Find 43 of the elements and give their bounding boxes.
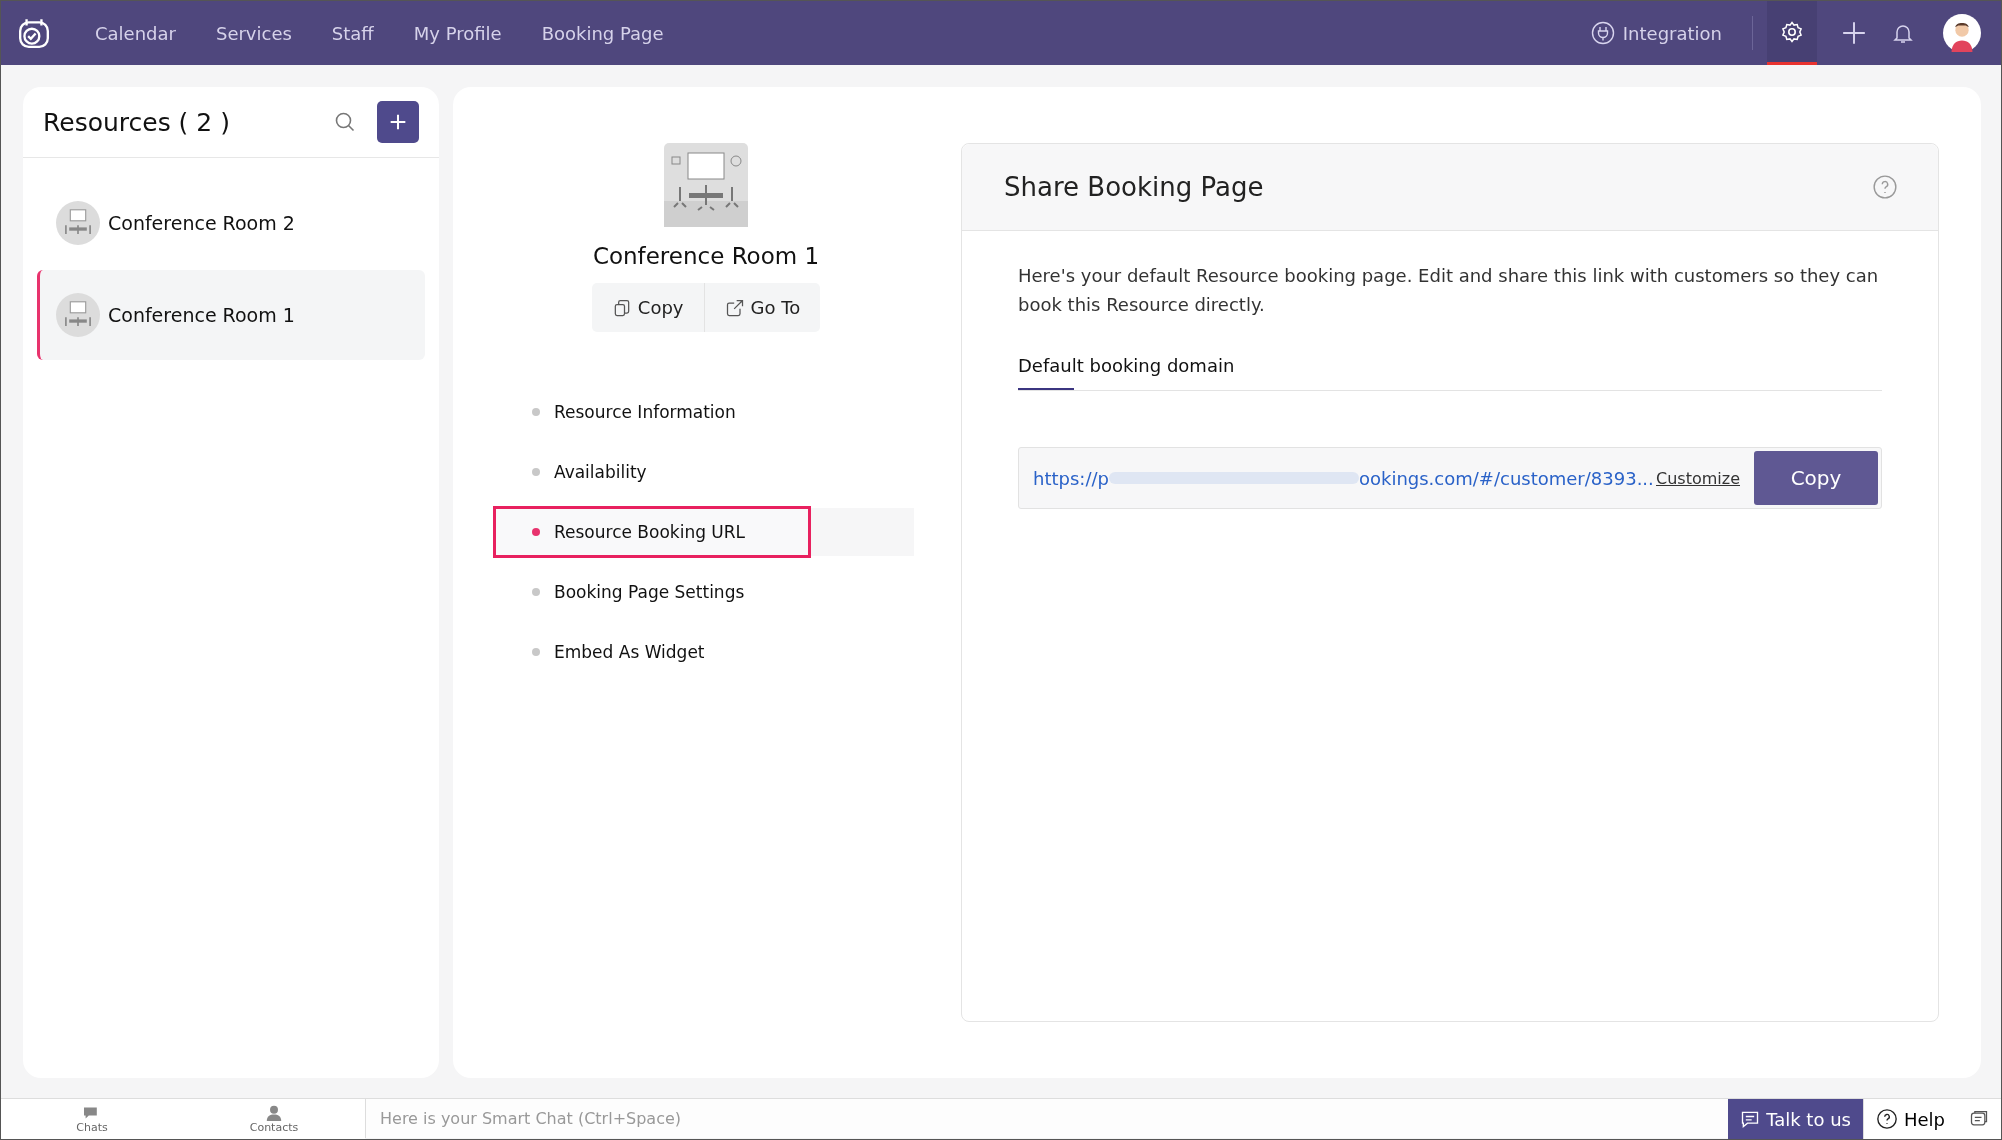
nav-link[interactable]: Staff bbox=[331, 22, 374, 44]
section-menu-item[interactable]: Embed As Widget bbox=[493, 626, 919, 678]
nav-link[interactable]: Services bbox=[215, 22, 292, 44]
search-icon[interactable] bbox=[333, 110, 357, 134]
url-field[interactable]: https://p ookings.com/#/customer/8393...Customize Copy bbox=[1018, 447, 1882, 509]
help-icon[interactable] bbox=[1872, 174, 1898, 200]
help-icon bbox=[1875, 1108, 1898, 1130]
chat-window-icon[interactable] bbox=[1957, 1099, 2001, 1139]
add-button[interactable] bbox=[377, 101, 419, 143]
person-icon bbox=[264, 1104, 284, 1121]
chats-button[interactable]: Chats bbox=[1, 1099, 183, 1139]
customize-link[interactable]: Customize bbox=[1656, 468, 1740, 488]
chat-bubble-icon bbox=[1740, 1109, 1761, 1129]
room-thumbnail-icon bbox=[56, 293, 100, 337]
plug-icon bbox=[1590, 21, 1615, 45]
talk-to-us-button[interactable]: Talk to us bbox=[1728, 1099, 1863, 1139]
resource-name: Conference Room 1 bbox=[592, 243, 820, 269]
section-menu-item[interactable]: Resource Information bbox=[493, 386, 919, 438]
smart-chat-field[interactable]: Here is your Smart Chat (Ctrl+Space) bbox=[365, 1099, 1729, 1138]
room-thumbnail-icon bbox=[56, 201, 100, 245]
help-button[interactable]: Help bbox=[1862, 1099, 1957, 1139]
go-to-button[interactable]: Go To bbox=[703, 283, 821, 332]
integration-link[interactable]: Integration bbox=[1590, 21, 1722, 45]
external-link-icon bbox=[724, 297, 745, 318]
resource-item[interactable]: Conference Room 2 bbox=[37, 178, 425, 268]
plus-icon[interactable] bbox=[1841, 20, 1867, 46]
contacts-button[interactable]: Contacts bbox=[183, 1099, 365, 1139]
settings-button[interactable] bbox=[1767, 1, 1817, 65]
domain-tab[interactable]: Default booking domain bbox=[1018, 349, 1235, 390]
calendar-check-icon[interactable] bbox=[17, 16, 51, 50]
nav-link[interactable]: My Profile bbox=[413, 22, 502, 44]
description: Here's your default Resource booking page. Edit and share this link with customers so they can book this Resource directly. bbox=[1018, 264, 1880, 317]
avatar-icon[interactable] bbox=[1943, 14, 1981, 52]
nav-link[interactable]: Booking Page bbox=[541, 22, 664, 44]
copy-button[interactable]: Copy bbox=[1754, 451, 1878, 505]
copy-button[interactable]: Copy bbox=[591, 283, 704, 332]
panel-title: Resources ( 2 ) bbox=[43, 107, 231, 137]
section-menu-item[interactable]: Booking Page Settings bbox=[493, 566, 919, 618]
gear-icon bbox=[1780, 19, 1804, 44]
resource-item[interactable]: Conference Room 1 bbox=[37, 270, 425, 360]
panel-title: Share Booking Page bbox=[1004, 172, 1264, 202]
section-menu-item[interactable]: Availability bbox=[493, 446, 919, 498]
nav-link[interactable]: Calendar bbox=[95, 22, 176, 44]
